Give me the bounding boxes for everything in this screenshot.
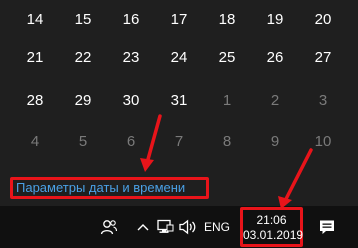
calendar-day[interactable]: 16 (106, 0, 156, 40)
calendar-day[interactable]: 22 (58, 38, 108, 78)
calendar-day[interactable]: 26 (250, 38, 300, 78)
calendar-day[interactable]: 21 (10, 38, 60, 78)
calendar-day[interactable]: 29 (58, 81, 108, 121)
calendar-day-next-month[interactable]: 2 (250, 81, 300, 121)
calendar-day[interactable]: 24 (154, 38, 204, 78)
calendar-day-next-month[interactable]: 5 (58, 122, 108, 162)
calendar-day[interactable]: 15 (58, 0, 108, 40)
calendar-day[interactable]: 31 (154, 81, 204, 121)
date-time-settings-link[interactable]: Параметры даты и времени (10, 177, 209, 199)
calendar-day[interactable]: 19 (250, 0, 300, 40)
calendar-day[interactable]: 17 (154, 0, 204, 40)
calendar-day-next-month[interactable]: 6 (106, 122, 156, 162)
clock-date: 03.01.2019 (243, 228, 304, 242)
calendar-day[interactable]: 25 (202, 38, 252, 78)
calendar-day-next-month[interactable]: 9 (250, 122, 300, 162)
calendar-day-next-month[interactable]: 4 (10, 122, 60, 162)
calendar-day[interactable]: 28 (10, 81, 60, 121)
chevron-up-icon[interactable] (135, 216, 151, 238)
calendar-day[interactable]: 14 (10, 0, 60, 40)
calendar-day[interactable]: 18 (202, 0, 252, 40)
people-icon[interactable] (99, 216, 119, 238)
calendar-grid: 14 15 16 17 18 19 20 21 22 23 24 25 26 2… (0, 0, 358, 206)
calendar-day-next-month[interactable]: 10 (298, 122, 348, 162)
input-language-indicator[interactable]: ENG (202, 206, 232, 248)
taskbar-clock[interactable]: 21:06 03.01.2019 (240, 207, 303, 247)
calendar-day-next-month[interactable]: 8 (202, 122, 252, 162)
calendar-day[interactable]: 23 (106, 38, 156, 78)
calendar-day[interactable]: 30 (106, 81, 156, 121)
calendar-day[interactable]: 27 (298, 38, 348, 78)
volume-icon[interactable] (177, 216, 199, 238)
calendar-day-next-month[interactable]: 7 (154, 122, 204, 162)
taskbar: ENG 21:06 03.01.2019 (0, 206, 358, 248)
calendar-day-next-month[interactable]: 1 (202, 81, 252, 121)
clock-time: 21:06 (256, 213, 287, 227)
calendar-day[interactable]: 20 (298, 0, 348, 40)
calendar-day-next-month[interactable]: 3 (298, 81, 348, 121)
network-icon[interactable] (155, 216, 175, 238)
notification-icon[interactable] (312, 206, 342, 248)
